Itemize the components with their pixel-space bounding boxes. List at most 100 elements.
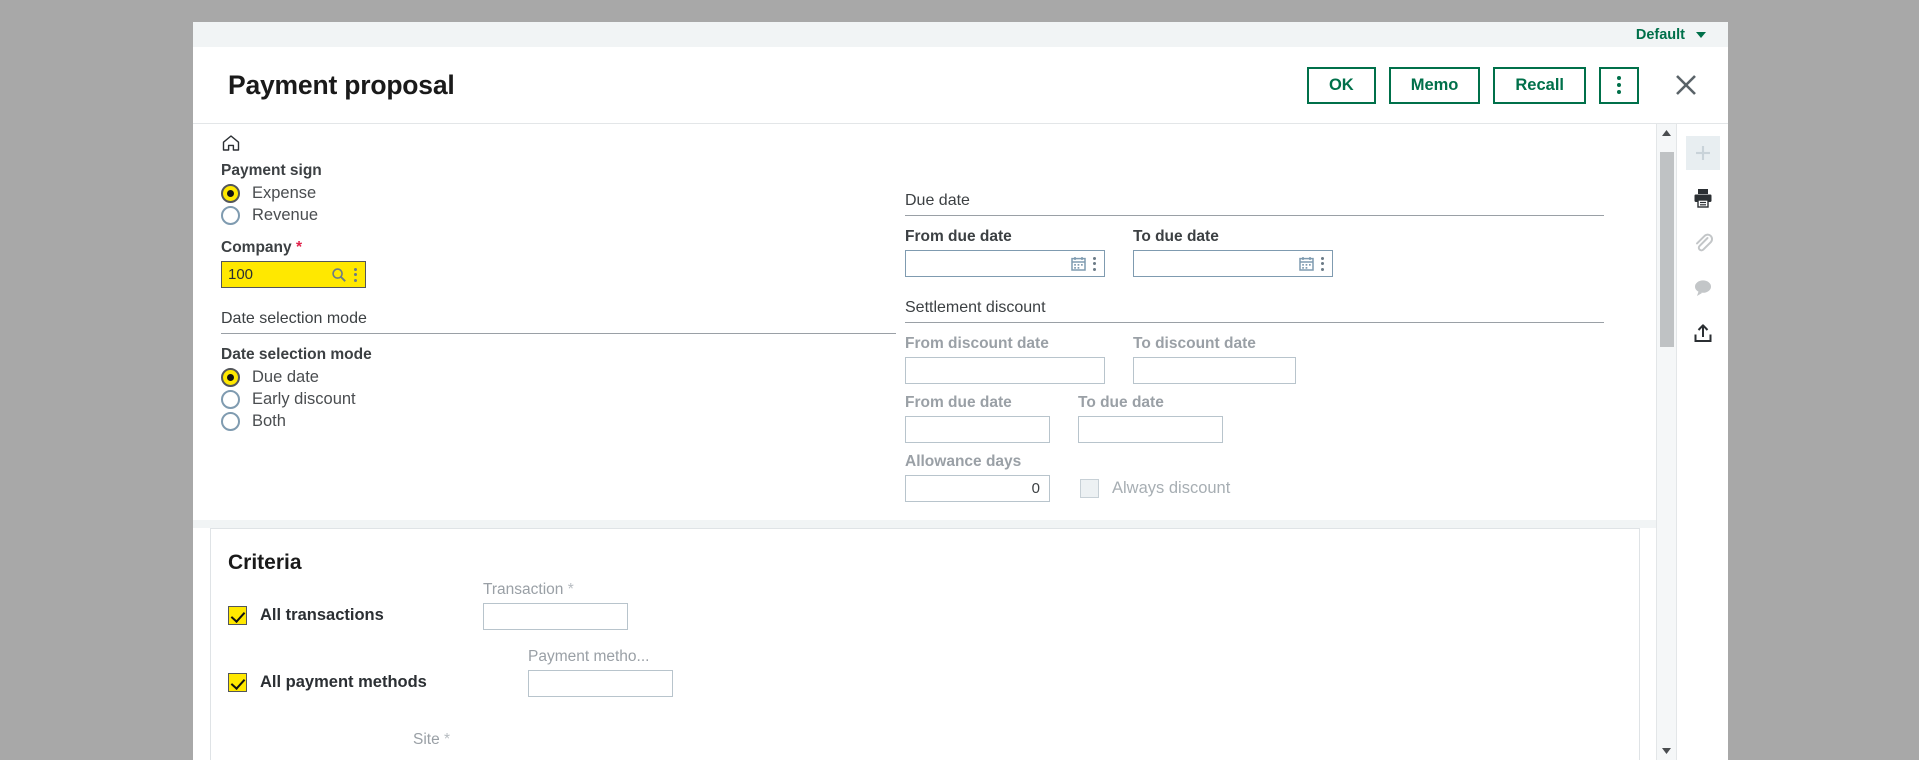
radio-indicator bbox=[221, 184, 240, 203]
all-transactions-checkbox-row[interactable]: All transactions bbox=[228, 606, 483, 630]
transaction-label-text: Transaction bbox=[483, 581, 564, 598]
radio-date-mode-early-discount[interactable]: Early discount bbox=[221, 390, 905, 409]
scroll-down-button[interactable] bbox=[1657, 742, 1676, 760]
panel-gap bbox=[193, 520, 1656, 528]
all-payment-methods-checkbox-row[interactable]: All payment methods bbox=[228, 673, 483, 697]
company-field-menu-icon[interactable] bbox=[349, 267, 362, 282]
right-toolbar bbox=[1676, 124, 1728, 760]
to-due-date-input[interactable] bbox=[1140, 255, 1297, 272]
radio-label: Due date bbox=[252, 368, 319, 386]
to-due-date-menu-icon[interactable] bbox=[1316, 256, 1329, 271]
settlement-discount-section-header: Settlement discount bbox=[905, 299, 1604, 323]
radio-date-mode-both[interactable]: Both bbox=[221, 412, 905, 431]
from-due-date-field[interactable] bbox=[905, 250, 1105, 277]
comments-button[interactable] bbox=[1686, 271, 1720, 305]
variant-selector[interactable]: Default bbox=[1636, 27, 1706, 43]
chevron-down-icon bbox=[1662, 748, 1671, 754]
attachment-icon bbox=[1695, 233, 1713, 252]
from-due-date-group: From due date bbox=[905, 228, 1105, 277]
all-transactions-label: All transactions bbox=[260, 606, 384, 624]
radio-label: Both bbox=[252, 412, 286, 430]
radio-indicator bbox=[221, 390, 240, 409]
share-icon bbox=[1694, 324, 1711, 342]
radio-payment-sign-expense[interactable]: Expense bbox=[221, 184, 905, 203]
radio-indicator bbox=[221, 412, 240, 431]
table-row: All payment methods Payment metho... bbox=[228, 648, 1639, 697]
home-icon[interactable] bbox=[221, 133, 241, 153]
page-title: Payment proposal bbox=[228, 69, 455, 100]
criteria-panel: Criteria All transactions Transaction * bbox=[210, 528, 1640, 760]
close-icon bbox=[1676, 75, 1696, 95]
from-due-date-menu-icon[interactable] bbox=[1088, 256, 1101, 271]
vertical-scrollbar[interactable] bbox=[1656, 124, 1676, 760]
add-button[interactable] bbox=[1685, 136, 1720, 170]
from-discount-date-label: From discount date bbox=[905, 335, 1049, 352]
date-selection-section-header: Date selection mode bbox=[221, 310, 896, 334]
transaction-label: Transaction * bbox=[483, 581, 628, 599]
more-options-button[interactable] bbox=[1599, 66, 1639, 104]
sd-from-due-date-label: From due date bbox=[905, 394, 1012, 411]
form-scroll-area: Payment sign Expense Revenue Company * 1… bbox=[193, 124, 1656, 760]
chevron-up-icon bbox=[1662, 130, 1671, 136]
share-button[interactable] bbox=[1686, 316, 1720, 350]
payment-proposal-dialog: Default Payment proposal OK Memo Recall bbox=[193, 22, 1728, 760]
radio-label: Expense bbox=[252, 184, 317, 202]
from-discount-date-group: From discount date bbox=[905, 335, 1105, 384]
radio-indicator bbox=[221, 206, 240, 225]
company-input[interactable] bbox=[228, 266, 329, 283]
recall-button[interactable]: Recall bbox=[1493, 66, 1586, 104]
chevron-down-icon bbox=[1696, 31, 1706, 38]
dialog-header: Payment proposal OK Memo Recall bbox=[193, 47, 1728, 124]
sd-to-due-date-group: To due date bbox=[1078, 394, 1223, 443]
attachments-button[interactable] bbox=[1686, 226, 1720, 260]
dialog-body: Payment sign Expense Revenue Company * 1… bbox=[193, 124, 1728, 760]
scrollbar-thumb[interactable] bbox=[1660, 152, 1674, 347]
radio-indicator bbox=[221, 368, 240, 387]
transaction-input[interactable] bbox=[483, 603, 628, 630]
payment-method-input[interactable] bbox=[528, 670, 673, 697]
to-discount-date-input[interactable] bbox=[1133, 357, 1296, 384]
criteria-title: Criteria bbox=[228, 551, 302, 574]
company-label-text: Company bbox=[221, 239, 292, 256]
to-discount-date-group: To discount date bbox=[1133, 335, 1296, 384]
to-due-date-field[interactable] bbox=[1133, 250, 1333, 277]
print-button[interactable] bbox=[1686, 181, 1720, 215]
sd-to-due-date-input[interactable] bbox=[1078, 416, 1223, 443]
memo-button[interactable]: Memo bbox=[1388, 66, 1481, 104]
radio-date-mode-due-date[interactable]: Due date bbox=[221, 368, 905, 387]
discount-date-fields: From discount date To discount date bbox=[905, 335, 1604, 384]
radio-label: Early discount bbox=[252, 390, 356, 408]
all-payment-methods-checkbox[interactable] bbox=[228, 673, 247, 692]
company-field[interactable] bbox=[221, 261, 366, 288]
site-label-text: Site bbox=[413, 731, 440, 748]
sd-from-due-date-input[interactable] bbox=[905, 416, 1050, 443]
calendar-icon[interactable] bbox=[1069, 256, 1088, 271]
add-icon bbox=[1695, 146, 1710, 160]
main-criteria-block: Payment sign Expense Revenue Company * 1… bbox=[193, 162, 1656, 520]
allowance-days-group: Allowance days bbox=[905, 453, 1050, 502]
breadcrumb bbox=[193, 124, 1656, 162]
ok-button[interactable]: OK bbox=[1306, 66, 1376, 104]
left-column: Payment sign Expense Revenue Company * 1… bbox=[193, 162, 905, 502]
search-icon[interactable] bbox=[329, 267, 349, 283]
payment-sign-label: Payment sign bbox=[221, 162, 322, 179]
always-discount-checkbox[interactable] bbox=[1080, 479, 1099, 498]
sd-to-due-date-label: To due date bbox=[1078, 394, 1164, 411]
required-marker: * bbox=[444, 731, 451, 748]
all-transactions-checkbox[interactable] bbox=[228, 606, 247, 625]
radio-payment-sign-revenue[interactable]: Revenue bbox=[221, 206, 905, 225]
allowance-days-input[interactable] bbox=[905, 475, 1050, 502]
transaction-field-group: Transaction * bbox=[483, 581, 628, 630]
form-content: Payment sign Expense Revenue Company * 1… bbox=[193, 124, 1656, 760]
due-date-fields: From due date To due date bbox=[905, 228, 1604, 277]
close-button[interactable] bbox=[1664, 63, 1708, 107]
comment-icon bbox=[1694, 280, 1711, 296]
calendar-icon[interactable] bbox=[1297, 256, 1316, 271]
from-discount-date-input[interactable] bbox=[905, 357, 1105, 384]
always-discount-checkbox-row[interactable]: Always discount bbox=[1080, 479, 1230, 502]
dialog-top-strip: Default bbox=[193, 22, 1728, 47]
scroll-up-button[interactable] bbox=[1657, 124, 1676, 142]
sd-from-due-date-group: From due date bbox=[905, 394, 1050, 443]
payment-method-field-group: Payment metho... bbox=[528, 648, 673, 697]
from-due-date-input[interactable] bbox=[912, 255, 1069, 272]
